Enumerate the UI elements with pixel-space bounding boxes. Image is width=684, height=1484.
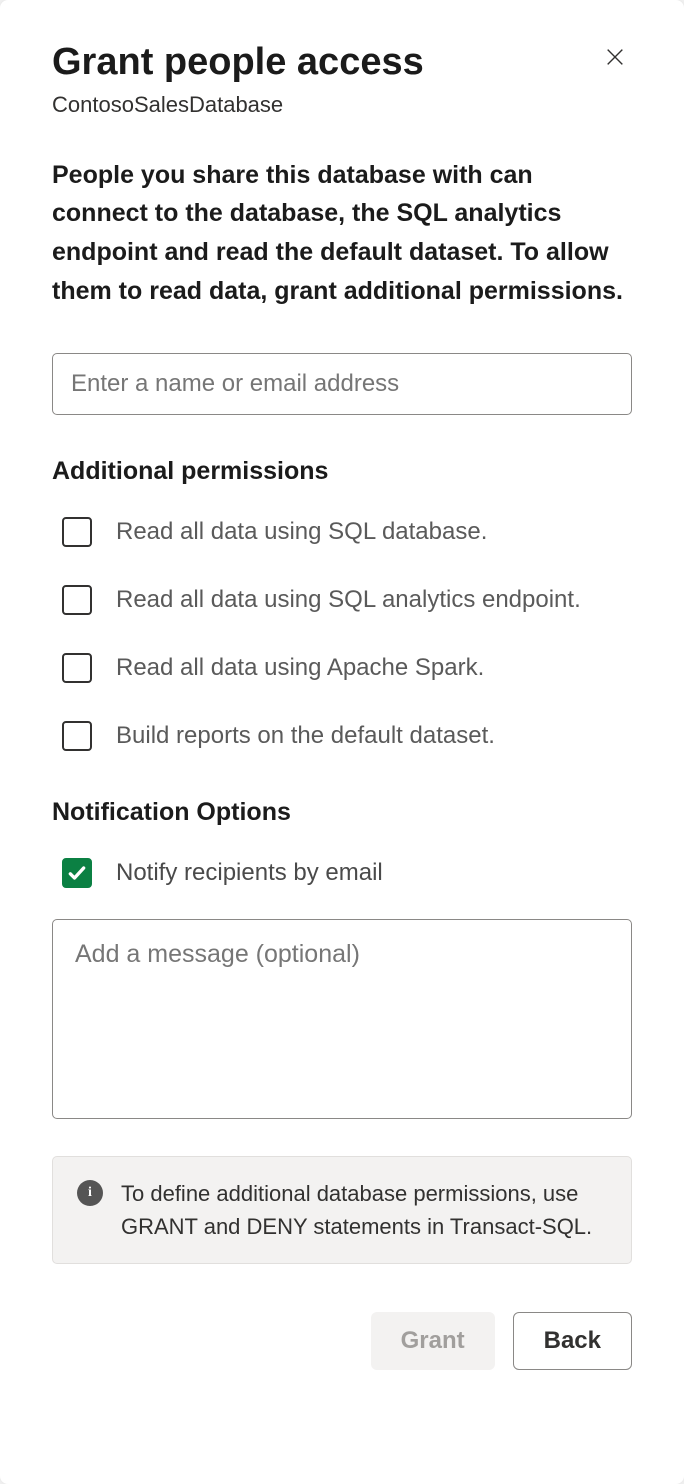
permission-item-sql-database[interactable]: Read all data using SQL database. [52, 514, 632, 550]
checkbox-notify-email[interactable] [62, 858, 92, 888]
grant-button[interactable]: Grant [371, 1312, 495, 1370]
dialog-title: Grant people access [52, 40, 424, 86]
dialog-subtitle: ContosoSalesDatabase [52, 92, 632, 118]
dialog-header: Grant people access [52, 40, 632, 86]
name-email-input[interactable] [52, 353, 632, 415]
dialog-footer: Grant Back [52, 1312, 632, 1370]
checkbox-apache-spark[interactable] [62, 653, 92, 683]
checkbox-build-reports[interactable] [62, 721, 92, 751]
permission-label: Build reports on the default dataset. [116, 718, 495, 754]
permission-item-apache-spark[interactable]: Read all data using Apache Spark. [52, 650, 632, 686]
back-button[interactable]: Back [513, 1312, 632, 1370]
notify-email-row[interactable]: Notify recipients by email [52, 855, 632, 891]
permissions-heading: Additional permissions [52, 457, 632, 486]
notification-heading: Notification Options [52, 798, 632, 827]
permissions-section: Additional permissions Read all data usi… [52, 457, 632, 754]
checkbox-sql-database[interactable] [62, 517, 92, 547]
permission-item-build-reports[interactable]: Build reports on the default dataset. [52, 718, 632, 754]
info-box: i To define additional database permissi… [52, 1156, 632, 1264]
message-textarea[interactable] [52, 919, 632, 1119]
checkmark-icon [67, 863, 87, 883]
permission-label: Read all data using Apache Spark. [116, 650, 484, 686]
notify-email-label: Notify recipients by email [116, 855, 383, 891]
permission-label: Read all data using SQL database. [116, 514, 487, 550]
info-text: To define additional database permission… [121, 1177, 607, 1243]
checkbox-sql-analytics[interactable] [62, 585, 92, 615]
close-button[interactable] [598, 40, 632, 74]
info-icon: i [77, 1180, 103, 1206]
dialog-description: People you share this database with can … [52, 156, 632, 311]
permission-label: Read all data using SQL analytics endpoi… [116, 582, 581, 618]
grant-access-dialog: Grant people access ContosoSalesDatabase… [0, 0, 684, 1484]
notification-section: Notification Options Notify recipients b… [52, 798, 632, 891]
close-icon [604, 46, 626, 68]
permission-item-sql-analytics[interactable]: Read all data using SQL analytics endpoi… [52, 582, 632, 618]
